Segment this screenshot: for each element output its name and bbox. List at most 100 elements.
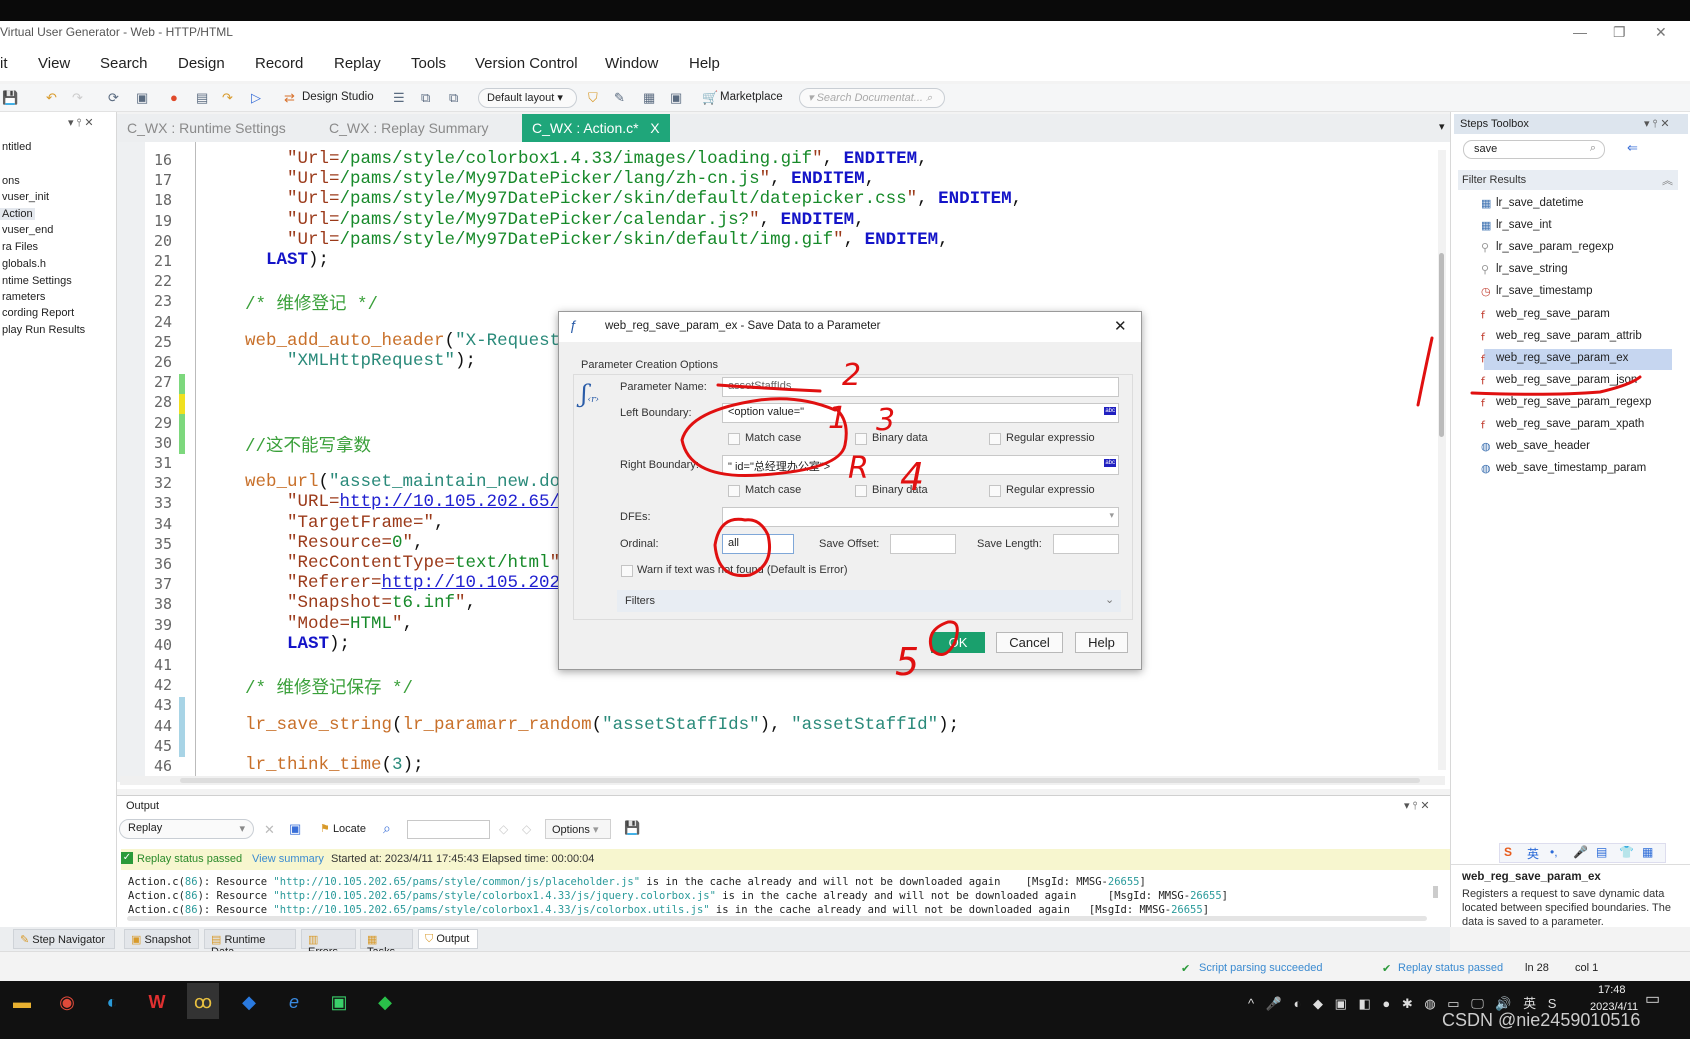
right-regex-checkbox[interactable] [989, 485, 1001, 497]
code-line[interactable]: web_url("asset_maintain_new.do", [245, 472, 581, 492]
diamond-app-icon[interactable]: ◆ [369, 992, 401, 1013]
restore-button[interactable]: ❐ [1613, 24, 1626, 41]
marketplace-button[interactable]: Marketplace [720, 91, 783, 103]
code-line[interactable]: "Url=/pams/style/My97DatePicker/lang/zh-… [245, 169, 875, 189]
bookmark-icon[interactable]: ⧉ [421, 90, 430, 106]
menu-help[interactable]: Help [689, 55, 720, 72]
record-icon[interactable]: ● [170, 90, 178, 105]
tree-item[interactable]: rameters [0, 291, 47, 303]
list-icon[interactable]: ☰ [393, 90, 405, 106]
code-line[interactable]: "Url=/pams/style/colorbox1.4.33/images/l… [245, 149, 928, 169]
bookmark2-icon[interactable]: ⧉ [449, 90, 458, 106]
menu-version-control[interactable]: Version Control [475, 55, 578, 72]
file-explorer-icon[interactable]: ▬ [6, 992, 38, 1013]
menu-view[interactable]: View [38, 55, 70, 72]
clock-time[interactable]: 17:48 [1598, 984, 1626, 996]
redo-icon[interactable]: ↷ [72, 90, 83, 106]
save-log-icon[interactable]: 💾 [624, 820, 640, 836]
undo-icon[interactable]: ↶ [46, 90, 57, 106]
code-line[interactable]: "Url=/pams/style/My97DatePicker/skin/def… [245, 189, 1022, 209]
ok-button[interactable]: OK [931, 632, 985, 653]
ime-button[interactable]: S [1504, 845, 1512, 859]
page-icon[interactable]: ▤ [196, 90, 208, 106]
tree-item[interactable]: globals.h [0, 258, 48, 270]
left-binary-checkbox[interactable] [855, 433, 867, 445]
chrome-icon[interactable]: ◉ [51, 992, 83, 1013]
menu-tools[interactable]: Tools [411, 55, 446, 72]
next-icon[interactable]: ◇ [522, 822, 531, 836]
right-binary-checkbox[interactable] [855, 485, 867, 497]
help-button[interactable]: Help [1075, 632, 1128, 653]
filter-results-header[interactable]: Filter Results ︽ [1458, 170, 1678, 190]
code-line[interactable]: "Url=/pams/style/My97DatePicker/skin/def… [245, 230, 949, 250]
panel-controls[interactable]: ▾ ⫯ ✕ [68, 116, 94, 130]
tree-item[interactable]: ntime Settings [0, 275, 74, 287]
code-line[interactable]: LAST); [245, 250, 329, 270]
tree-item[interactable]: play Run Results [0, 324, 87, 336]
ime-button[interactable]: ▤ [1596, 845, 1607, 859]
abc-icon[interactable]: abc [1104, 407, 1116, 415]
tab-overflow-icon[interactable]: ▾ [1439, 120, 1445, 133]
bottom-tab-snapshot[interactable]: ▣ Snapshot [124, 929, 199, 949]
code-line[interactable]: "Referer=http://10.105.202.65 [245, 573, 592, 593]
tree-item[interactable]: Action [0, 208, 35, 220]
editor-hscrollbar[interactable] [120, 776, 1445, 785]
grid-icon[interactable]: ▦ [643, 90, 655, 106]
warn-checkbox[interactable] [621, 565, 633, 577]
code-line[interactable]: //这不能写拿数 [245, 432, 371, 457]
save-icon[interactable]: 💾 [2, 90, 18, 106]
minimize-button[interactable]: — [1573, 24, 1587, 40]
shield-icon[interactable]: ⛉ [588, 90, 598, 106]
tree-item[interactable]: vuser_init [0, 191, 51, 203]
code-line[interactable]: "TargetFrame=", [245, 513, 445, 533]
code-line[interactable]: lr_think_time(3); [245, 755, 424, 775]
close-tab-icon[interactable]: X [650, 120, 659, 136]
dfes-dropdown[interactable]: ▾ [722, 507, 1119, 527]
menu-design[interactable]: Design [178, 55, 225, 72]
bottom-tab-step-navigator[interactable]: ✎ Step Navigator [13, 929, 115, 949]
design-studio-button[interactable]: Design Studio [302, 91, 374, 103]
script-icon[interactable]: ▣ [136, 90, 148, 106]
tree-item[interactable]: cording Report [0, 307, 76, 319]
left-regex-checkbox[interactable] [989, 433, 1001, 445]
right-boundary-input[interactable]: " id="总经理办公室"> abc [722, 455, 1119, 475]
ime-button[interactable]: ▦ [1642, 845, 1653, 859]
back-icon[interactable]: ⇐ [1627, 140, 1638, 156]
cancel-button[interactable]: Cancel [996, 632, 1063, 653]
notification-icon[interactable]: ▭ [1645, 989, 1660, 1009]
layout-dropdown[interactable]: Default layout ▾ [478, 88, 577, 108]
menu-search[interactable]: Search [100, 55, 148, 72]
tree-item[interactable]: vuser_end [0, 224, 55, 236]
menu-it[interactable]: it [0, 55, 8, 72]
abc-icon[interactable]: abc [1104, 459, 1116, 467]
tab-replay-summary[interactable]: C_WX : Replay Summary [319, 114, 498, 142]
right-match-case-checkbox[interactable] [728, 485, 740, 497]
code-line[interactable]: lr_save_string(lr_paramarr_random("asset… [245, 715, 959, 735]
code-line[interactable]: web_add_auto_header("X-Requested- [245, 331, 592, 351]
code-line[interactable]: "Url=/pams/style/My97DatePicker/calendar… [245, 210, 865, 230]
filters-expander[interactable]: Filters ⌄ [617, 590, 1121, 612]
view-summary-link[interactable]: View summary [252, 853, 324, 865]
output-filter-dropdown[interactable]: Replay ▾ [119, 819, 254, 839]
pycharm-icon[interactable]: ▣ [323, 992, 355, 1013]
code-line[interactable]: /* 维修登记 */ [245, 290, 378, 315]
code-line[interactable]: "Mode=HTML", [245, 614, 413, 634]
tree-item[interactable]: ons [0, 175, 22, 187]
ime-button[interactable]: 👕 [1619, 845, 1634, 859]
toolbox-controls[interactable]: ▾ ⫯ ✕ [1644, 117, 1670, 131]
output-controls[interactable]: ▾ ⫯ ✕ [1404, 799, 1430, 813]
panel-icon[interactable]: ▣ [670, 90, 682, 106]
ime-button[interactable]: •, [1550, 845, 1558, 859]
output-hscrollbar[interactable] [127, 916, 1427, 921]
save-offset-input[interactable] [890, 534, 956, 554]
menu-record[interactable]: Record [255, 55, 303, 72]
pen-icon[interactable]: ✎ [614, 90, 625, 106]
bottom-tab-output[interactable]: ⛉ Output [418, 929, 478, 949]
bottom-tab-tasks[interactable]: ▦ Tasks [360, 929, 413, 958]
code-line[interactable]: LAST); [245, 634, 350, 654]
edge-icon[interactable]: ◐ [96, 992, 128, 1013]
param-name-input[interactable]: assetStaffIds [722, 377, 1119, 397]
code-line[interactable]: "Snapshot=t6.inf", [245, 593, 476, 613]
step-icon[interactable]: ↷ [222, 90, 233, 106]
copy-icon[interactable]: ▣ [289, 821, 301, 837]
